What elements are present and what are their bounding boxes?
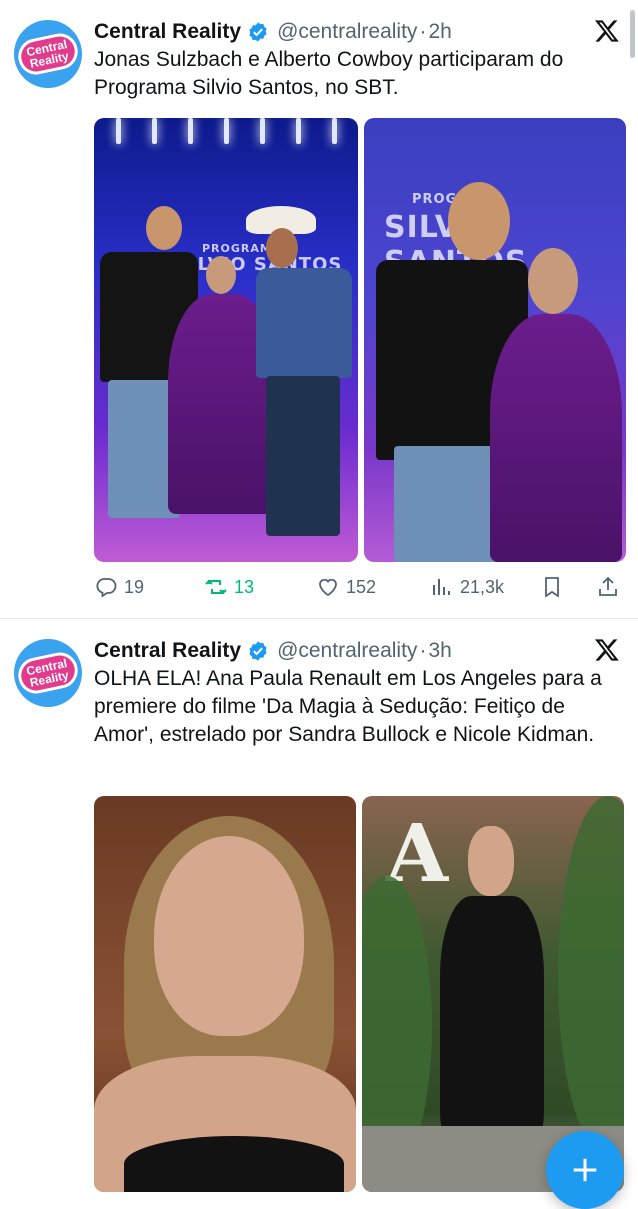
- avatar[interactable]: Central Reality: [14, 20, 82, 88]
- person-jeans: [266, 376, 340, 536]
- tweet-header: Central Reality @centralreality · 3h: [94, 635, 578, 667]
- avatar-logo: Central Reality: [14, 30, 82, 78]
- separator: ·: [419, 639, 427, 662]
- verified-badge-icon: [249, 22, 267, 42]
- bookmark-icon: [545, 577, 559, 598]
- tweet-actions: 19 13 152 21,3k: [94, 570, 620, 604]
- share-button[interactable]: [596, 575, 620, 599]
- black-dress: [124, 1136, 344, 1192]
- like-count: 152: [346, 576, 377, 597]
- tweet-text: Jonas Sulzbach e Alberto Cowboy particip…: [94, 48, 564, 99]
- tweet[interactable]: Central Reality Central Reality @central…: [0, 0, 638, 618]
- person-head: [146, 206, 182, 250]
- person-head: [528, 248, 578, 314]
- compose-plus-icon: [573, 1158, 597, 1182]
- avatar-logo: Central Reality: [14, 649, 82, 697]
- compose-button[interactable]: [546, 1131, 624, 1209]
- retweet-count: 13: [234, 576, 255, 597]
- tweet-text: OLHA ELA! Ana Paula Renault em Los Angel…: [94, 667, 602, 746]
- tweet-header: Central Reality @centralreality · 2h: [94, 16, 578, 48]
- retweet-button[interactable]: 13: [204, 575, 254, 599]
- tweet-image[interactable]: [94, 796, 356, 1192]
- author-handle[interactable]: @centralreality: [277, 20, 417, 44]
- reply-icon: [96, 578, 117, 598]
- author-handle[interactable]: @centralreality: [277, 639, 417, 663]
- author-name[interactable]: Central Reality: [94, 20, 241, 44]
- retweet-icon: [205, 579, 227, 595]
- black-dress: [440, 896, 544, 1162]
- views-icon: [433, 579, 450, 595]
- verified-badge-icon: [249, 641, 267, 661]
- foliage: [558, 796, 624, 1156]
- x-logo-icon: [594, 639, 619, 661]
- tweet-image[interactable]: PROGRAMA SILVIO SANTOS: [94, 118, 358, 562]
- like-icon: [319, 578, 337, 597]
- reply-count: 19: [124, 576, 145, 597]
- reply-button[interactable]: 19: [94, 575, 144, 599]
- like-button[interactable]: 152: [316, 575, 376, 599]
- x-logo-icon: [594, 20, 619, 42]
- views-button[interactable]: 21,3k: [430, 575, 504, 599]
- views-count: 21,3k: [460, 576, 505, 597]
- author-name[interactable]: Central Reality: [94, 639, 241, 663]
- person-head: [448, 182, 510, 260]
- timestamp[interactable]: 3h: [428, 639, 451, 663]
- tweet-image[interactable]: PROGRAMA SILVIO SANTOS: [364, 118, 626, 562]
- avatar[interactable]: Central Reality: [14, 639, 82, 707]
- face: [154, 836, 304, 1036]
- timestamp[interactable]: 2h: [428, 20, 451, 44]
- separator: ·: [419, 20, 427, 43]
- person-head: [206, 256, 236, 294]
- purple-dress: [490, 314, 622, 562]
- person-shirt: [256, 268, 352, 378]
- face: [468, 826, 514, 896]
- bookmark-button[interactable]: [540, 575, 564, 599]
- share-icon: [599, 576, 617, 596]
- person-head: [266, 228, 298, 268]
